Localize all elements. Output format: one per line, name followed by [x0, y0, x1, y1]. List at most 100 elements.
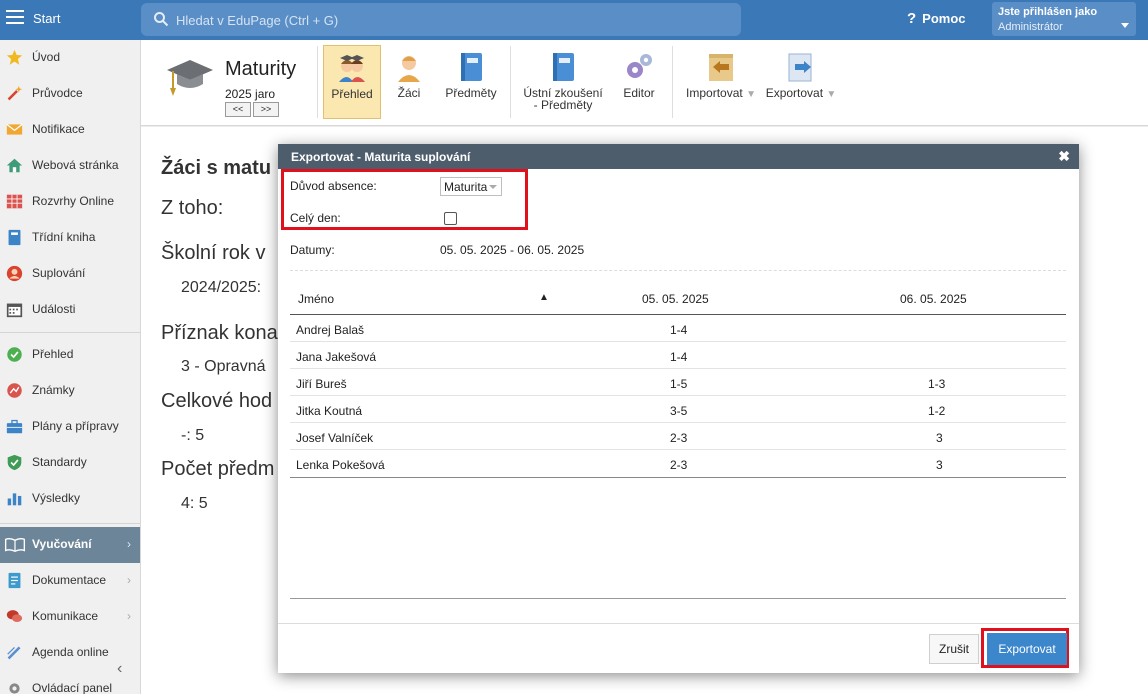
sidebar-divider	[0, 523, 140, 524]
book-icon	[553, 53, 574, 81]
sidebar-item-udalosti[interactable]: Události	[0, 292, 140, 328]
dialog-title: Exportovat - Maturita suplování	[291, 150, 471, 164]
sidebar-item-vyucovani[interactable]: Vyučování ›	[0, 527, 140, 563]
house-icon	[6, 158, 23, 173]
magic-wand-icon	[7, 85, 23, 101]
sort-ascending-icon[interactable]: ▲	[539, 292, 549, 303]
column-header-name[interactable]: Jméno	[298, 292, 334, 306]
export-icon	[788, 53, 812, 82]
prev-period-button[interactable]: <<	[225, 102, 251, 117]
section-divider	[290, 270, 1066, 271]
export-confirm-button[interactable]: Exportovat	[987, 633, 1067, 665]
dates-label: Datumy:	[290, 243, 335, 257]
import-button[interactable]: Importovat ▼	[683, 45, 759, 119]
exam-flag-label: Příznak kona	[161, 322, 278, 344]
document-icon	[8, 572, 21, 589]
envelope-icon	[6, 123, 23, 135]
dates-value: 05. 05. 2025 - 06. 05. 2025	[440, 243, 585, 257]
sidebar-item-plany-a-pripravy[interactable]: Plány a přípravy	[0, 409, 140, 445]
total-value: -: 5	[181, 427, 205, 444]
sidebar-item-rozvrhy-online[interactable]: Rozvrhy Online	[0, 184, 140, 220]
grade-icon	[7, 383, 22, 398]
chevron-right-icon: ›	[127, 537, 131, 551]
timetable-icon	[6, 194, 23, 209]
search-box[interactable]	[141, 3, 741, 36]
exam-flag-value: 3 - Opravná	[181, 358, 266, 375]
student-icon	[398, 56, 420, 82]
chevron-right-icon: ›	[127, 609, 131, 623]
tab-zaci[interactable]: Žáci	[387, 45, 431, 119]
sidebar-item-standardy[interactable]: Standardy	[0, 445, 140, 481]
subject-count-label: Počet předm	[161, 458, 275, 480]
dialog-footer: Zrušit Exportovat	[278, 623, 1079, 673]
next-period-button[interactable]: >>	[253, 102, 279, 117]
subject-count-value: 4: 5	[181, 495, 208, 512]
sidebar-item-suplovani[interactable]: Suplování	[0, 256, 140, 292]
bar-chart-icon	[7, 493, 22, 506]
table-row[interactable]: Josef Valníček 2-3 3	[290, 423, 1066, 450]
sidebar-item-pruvodce[interactable]: Průvodce	[0, 76, 140, 112]
sidebar-item-dokumentace[interactable]: Dokumentace ›	[0, 563, 140, 599]
toolbar-divider	[510, 46, 511, 118]
chevron-down-icon	[1121, 23, 1129, 28]
book-icon	[461, 53, 482, 81]
school-year-value: 2024/2025:	[181, 279, 262, 296]
search-input[interactable]	[176, 10, 716, 30]
notebook-icon	[8, 229, 21, 246]
sidebar-divider	[0, 332, 140, 333]
hamburger-menu-icon[interactable]	[6, 10, 24, 28]
sidebar-item-komunikace[interactable]: Komunikace ›	[0, 599, 140, 635]
table-row[interactable]: Andrej Balaš 1-4	[290, 315, 1066, 342]
briefcase-icon	[6, 419, 23, 434]
table-row[interactable]: Lenka Pokešová 2-3 3	[290, 450, 1066, 477]
import-icon	[709, 54, 733, 81]
sidebar-item-webova-stranka[interactable]: Webová stránka	[0, 148, 140, 184]
module-title: Maturity	[225, 58, 297, 80]
toolbar-divider	[317, 46, 318, 118]
tab-prehled[interactable]: Přehled	[323, 45, 381, 119]
sidebar-item-uvod[interactable]: Úvod	[0, 40, 140, 76]
start-link[interactable]: Start	[33, 11, 60, 26]
table-row[interactable]: Jitka Koutná 3-5 1-2	[290, 396, 1066, 423]
user-label: Jste přihlášen jako	[998, 6, 1098, 18]
toolbar-divider	[672, 46, 673, 118]
question-icon: ?	[907, 10, 917, 27]
close-icon[interactable]: ✖	[1058, 148, 1070, 165]
total-label: Celkové hod	[161, 390, 273, 412]
table-row[interactable]: Jiří Bureš 1-5 1-3	[290, 369, 1066, 396]
column-header-date2: 06. 05. 2025	[900, 292, 967, 306]
help-button[interactable]: ? Pomoc	[907, 10, 966, 27]
sidebar-item-tridni-kniha[interactable]: Třídní kniha	[0, 220, 140, 256]
check-circle-icon	[7, 347, 22, 362]
summary-label: Z toho:	[161, 197, 224, 219]
user-menu[interactable]: Jste přihlášen jako Administrátor	[992, 2, 1136, 36]
tab-predmety[interactable]: Předměty	[439, 45, 503, 119]
page-heading: Žáci s matu	[161, 157, 272, 179]
chevron-right-icon: ›	[127, 573, 131, 587]
table-row[interactable]: Jana Jakešová 1-4	[290, 342, 1066, 369]
school-year-label: Školní rok v	[161, 242, 266, 264]
tab-editor[interactable]: Editor	[615, 45, 663, 119]
gear-icon	[9, 683, 20, 694]
user-role: Administrátor	[998, 21, 1063, 33]
graduation-cap-icon	[167, 60, 213, 96]
highlight-frame	[281, 169, 528, 230]
module-subtitle: 2025 jaro	[225, 87, 276, 101]
collapse-sidebar-icon[interactable]: ‹	[117, 660, 122, 678]
sidebar-item-prehled[interactable]: Přehled	[0, 337, 140, 373]
sidebar-item-notifikace[interactable]: Notifikace	[0, 112, 140, 148]
sidebar-item-vysledky[interactable]: Výsledky	[0, 481, 140, 517]
table-end-line	[290, 598, 1066, 599]
export-button[interactable]: Exportovat ▼	[763, 45, 839, 119]
cancel-button[interactable]: Zrušit	[929, 634, 979, 664]
pencil-icon	[7, 646, 21, 660]
sidebar-item-znamky[interactable]: Známky	[0, 373, 140, 409]
shield-check-icon	[7, 454, 22, 471]
module-toolbar: Maturity 2025 jaro << >> Přehled Žáci Př…	[141, 40, 1148, 126]
tab-ustni-zkouseni[interactable]: Ústní zkoušení - Předměty	[517, 45, 609, 119]
column-header-date1: 05. 05. 2025	[642, 292, 709, 306]
star-icon	[6, 49, 23, 65]
export-dialog: Exportovat - Maturita suplování ✖ Důvod …	[278, 144, 1079, 673]
open-book-icon	[4, 538, 26, 553]
search-icon	[154, 12, 169, 27]
